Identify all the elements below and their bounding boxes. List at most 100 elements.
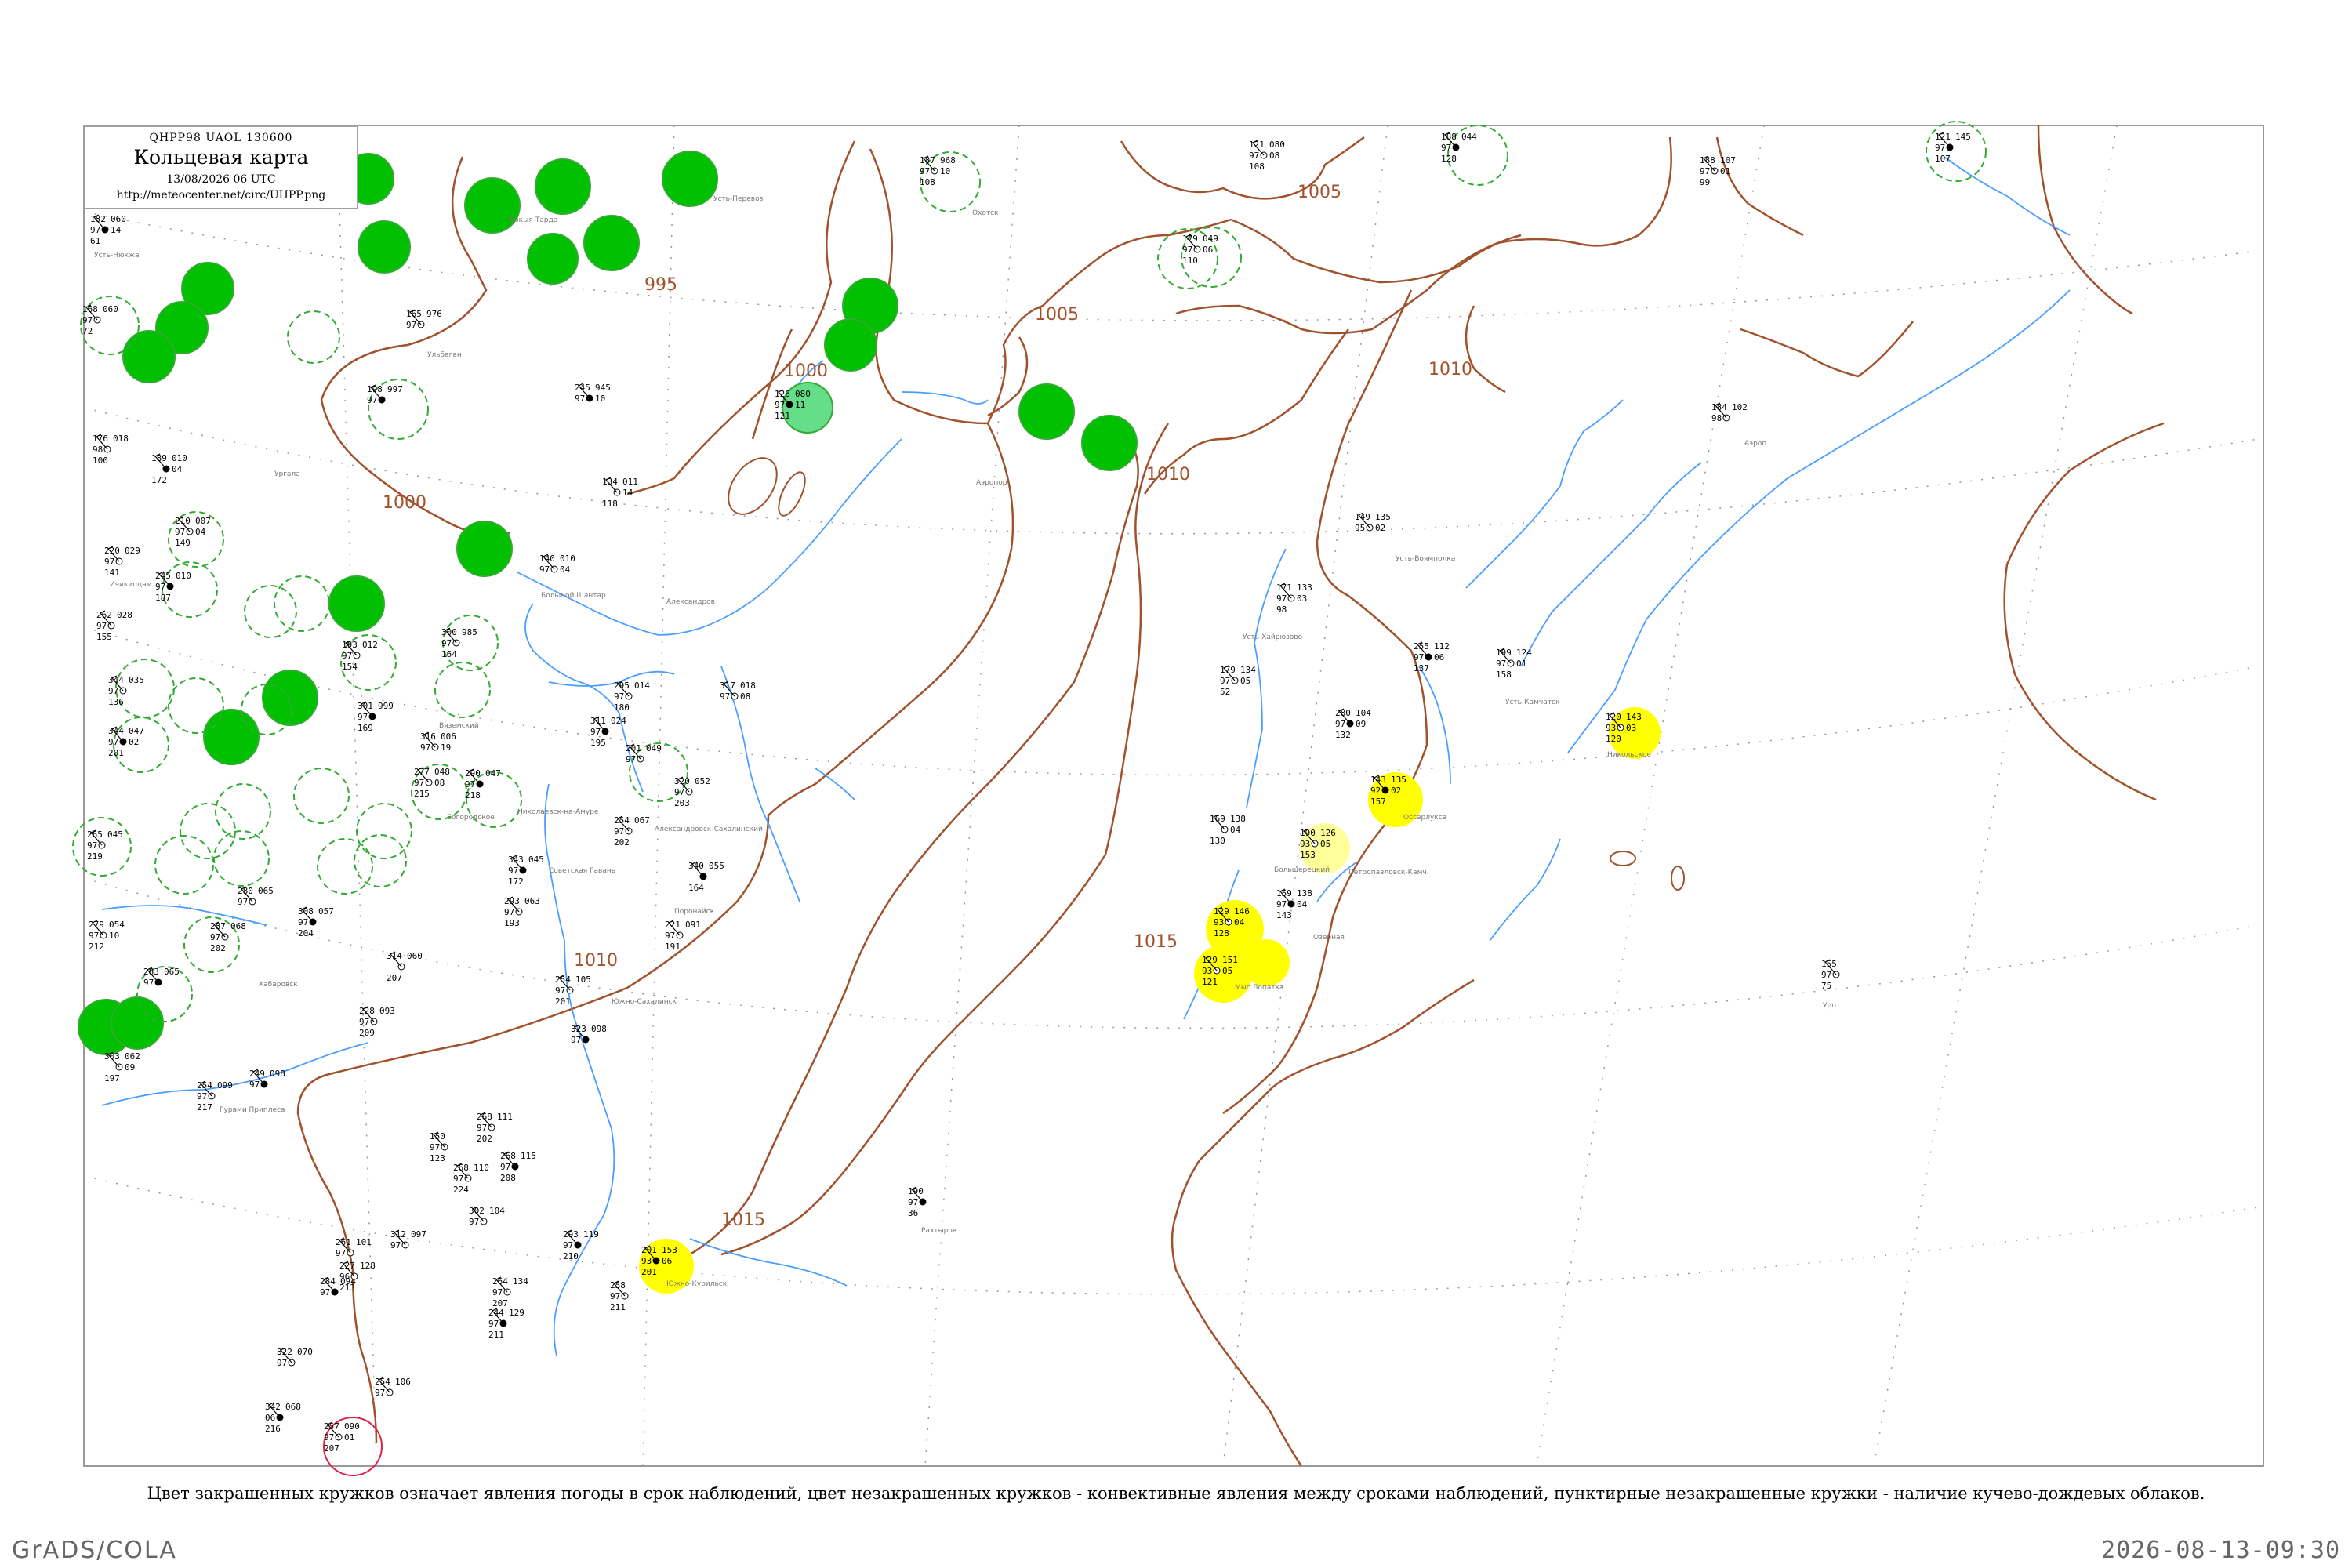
place-label: Ичикипцам: [110, 581, 152, 589]
map-datetime: 13/08/2026 06 UTC: [166, 173, 276, 186]
station-wind: 155: [96, 632, 112, 642]
station-visibility: 97: [504, 907, 514, 917]
station-wind: 197: [104, 1073, 120, 1083]
station-visibility: 97: [336, 1248, 346, 1258]
rain-ring: [358, 220, 411, 274]
station-dewpoint: 06: [1203, 245, 1213, 255]
rain-ring: [1081, 415, 1138, 471]
place-label: Рахтыров: [921, 1227, 956, 1235]
station-visibility: 97: [575, 394, 585, 404]
rain-ring: [1018, 383, 1075, 440]
station-dewpoint: 11: [795, 400, 805, 410]
station-tendency: 093: [379, 1006, 395, 1016]
station-tendency: 129: [509, 1308, 524, 1318]
station-visibility: 97: [1220, 676, 1230, 686]
isobar-label: 1005: [1035, 305, 1079, 325]
place-label: Усть-Нюкжа: [94, 252, 140, 260]
station-tendency: 062: [125, 1051, 140, 1062]
station-tendency: 111: [497, 1112, 513, 1122]
station-wind: 211: [610, 1302, 626, 1312]
place-label: Николаевск-на-Амуре: [517, 808, 599, 816]
station-visibility: 97: [1182, 245, 1192, 255]
station-tendency: 068: [230, 921, 246, 931]
station-wind: 224: [453, 1185, 469, 1195]
station-dewpoint: 04: [195, 527, 206, 537]
station-tendency: 044: [1461, 132, 1477, 142]
station-visibility: 97: [96, 621, 107, 631]
station-wind: 121: [775, 411, 790, 421]
station-wind: 143: [1276, 910, 1292, 920]
station-dewpoint: 08: [1269, 151, 1279, 161]
place-label: Озерная: [1313, 934, 1345, 942]
station-tendency: 985: [462, 627, 477, 637]
station-wind: 107: [1935, 154, 1951, 164]
station-wind: 213: [339, 1283, 355, 1293]
isobar-label: 1015: [1134, 932, 1178, 952]
station-tendency: 068: [285, 1402, 301, 1412]
place-label: Южно-Сахалинск: [612, 998, 677, 1006]
map-url: http://meteocenter.net/circ/UHPP.png: [116, 189, 326, 201]
station-wind: 128: [1441, 154, 1457, 164]
station-tendency: 010: [560, 554, 575, 564]
station-tendency: 102: [1732, 402, 1748, 412]
station-wind: 202: [614, 837, 630, 848]
station-wind: 172: [508, 877, 524, 887]
station-visibility: 97: [420, 742, 430, 753]
place-label: Богородское: [447, 814, 495, 822]
station-wind: 136: [108, 697, 124, 707]
station-tendency: 048: [434, 767, 450, 777]
station-tendency: 047: [485, 768, 501, 779]
station-visibility: 93: [1202, 966, 1212, 976]
station-tendency: 104: [489, 1206, 505, 1216]
station-tendency: 007: [195, 516, 211, 526]
station-visibility: 97: [414, 778, 424, 788]
station-visibility: 97: [626, 754, 636, 764]
station-visibility: 97: [390, 1240, 401, 1250]
station-wind: 158: [1496, 670, 1512, 680]
station-tendency: 047: [129, 726, 144, 736]
place-label: Поронайск: [674, 908, 715, 916]
station-tendency: 101: [356, 1237, 372, 1247]
isobar-label: 1010: [1146, 465, 1190, 485]
station-tendency: 107: [1720, 155, 1736, 165]
place-label: Южно-Курильск: [666, 1280, 728, 1288]
place-label: Усть-Перевоз: [713, 195, 764, 203]
station-tendency: 063: [524, 896, 540, 906]
station-dewpoint: 08: [434, 778, 445, 788]
station-tendency: 049: [646, 743, 662, 753]
station-tendency: 976: [426, 309, 442, 319]
station-dewpoint: 03: [1297, 593, 1307, 604]
station-wind: 203: [674, 798, 690, 808]
station-plot: 15097123: [430, 1131, 448, 1163]
place-label: Ургала: [274, 470, 300, 478]
station-tendency: 146: [1234, 906, 1250, 916]
place-label: Ульбаган: [427, 351, 462, 359]
station-tendency: 080: [795, 389, 811, 399]
rain-ring: [262, 670, 318, 726]
station-visibility: 97: [441, 638, 452, 648]
station-visibility: 97: [298, 917, 308, 927]
station-visibility: 97: [469, 1217, 479, 1227]
station-visibility: 97: [1335, 719, 1345, 729]
place-label: Александровск-Сахалинский: [655, 826, 763, 833]
station-tendency: 134: [1240, 665, 1256, 675]
station-visibility: 97: [108, 737, 118, 747]
station-visibility: 93: [1300, 839, 1310, 849]
station-visibility: 97: [324, 1432, 334, 1443]
station-wind: 207: [387, 973, 402, 983]
station-visibility: 97: [500, 1162, 510, 1172]
station-tendency: 999: [378, 701, 394, 711]
station-visibility: 97: [277, 1358, 287, 1368]
station-wind: 202: [210, 943, 226, 953]
station-wind: 164: [441, 649, 457, 659]
station-tendency: 945: [595, 383, 611, 393]
station-visibility: 97: [775, 400, 785, 410]
station-wind: 100: [93, 456, 108, 466]
station-dewpoint: 04: [560, 564, 571, 575]
station-tendency: 065: [258, 886, 274, 896]
station-tendency: 054: [109, 920, 125, 930]
station-visibility: 97: [539, 564, 550, 575]
station-tendency: 014: [634, 681, 650, 691]
place-label: Охотск: [972, 209, 999, 217]
station-visibility: 97: [488, 1319, 499, 1329]
